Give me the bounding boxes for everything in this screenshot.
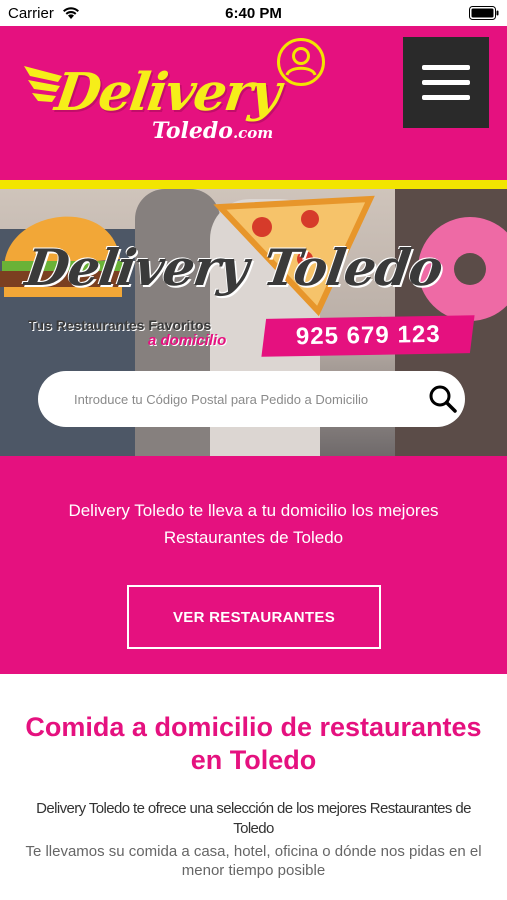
- cta-text: Delivery Toledo te lleva a tu domicilio …: [68, 501, 439, 547]
- site-logo[interactable]: Delivery Toledo.com: [22, 34, 283, 144]
- view-restaurants-button[interactable]: VER RESTAURANTES: [127, 585, 381, 649]
- section-title: Comida a domicilio de restaurantes en To…: [25, 712, 482, 775]
- postal-code-search: [38, 371, 465, 427]
- hero-title: Delivery Toledo: [21, 238, 446, 297]
- cta-section: Delivery Toledo te lleva a tu domicilio …: [0, 456, 507, 674]
- section-lead: Delivery Toledo te ofrece una selección …: [36, 800, 471, 837]
- status-bar: Carrier 6:40 PM: [0, 0, 507, 26]
- battery-icon: [469, 6, 499, 20]
- menu-line: [422, 95, 470, 100]
- user-account-icon[interactable]: [276, 37, 326, 87]
- search-icon[interactable]: [427, 383, 459, 415]
- header-divider: [0, 180, 507, 189]
- hamburger-menu-button[interactable]: [403, 37, 489, 128]
- logo-subtitle-city: Toledo: [152, 118, 233, 144]
- clock-label: 6:40 PM: [225, 5, 282, 22]
- logo-subtitle: Toledo.com: [152, 118, 273, 144]
- hero-phone-badge: 925 679 123: [261, 315, 475, 357]
- hero-tagline: Tus Restaurantes Favoritos: [28, 317, 212, 333]
- logo-subtitle-suffix: .com: [232, 124, 274, 142]
- hero-tagline-accent: a domicilio: [148, 332, 227, 349]
- logo-wordmark: Delivery: [51, 62, 283, 123]
- menu-line: [422, 65, 470, 70]
- menu-line: [422, 80, 470, 85]
- phone-number: 925 679 123: [295, 320, 441, 351]
- section-body: Te llevamos su comida a casa, hotel, ofi…: [25, 843, 482, 879]
- postal-code-input[interactable]: [74, 384, 428, 414]
